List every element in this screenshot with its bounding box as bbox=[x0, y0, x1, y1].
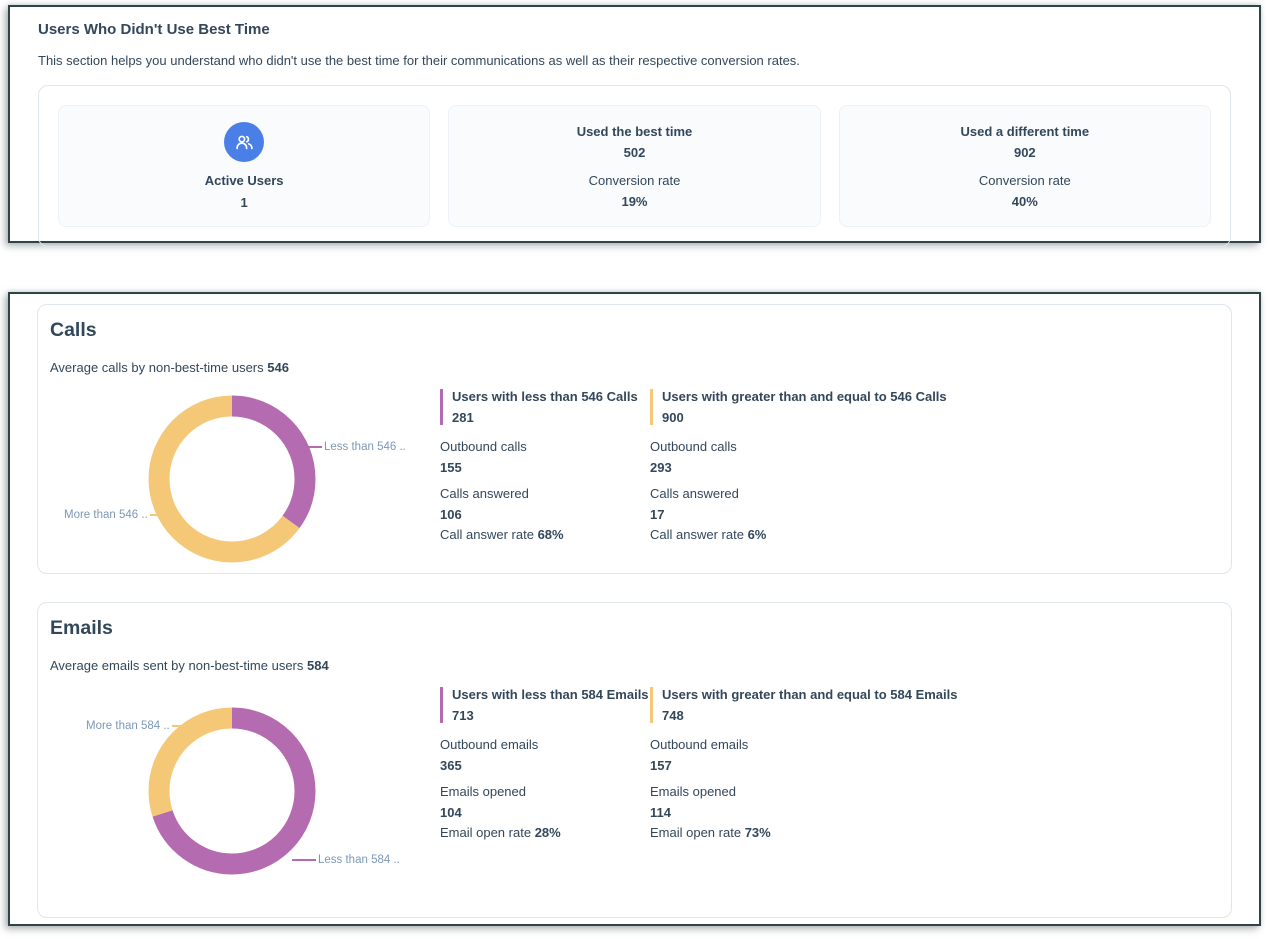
emails-greater-column: Users with greater than and equal to 584… bbox=[650, 685, 1219, 840]
calls-average-value: 546 bbox=[267, 360, 289, 375]
stat-group: Emails opened 104 bbox=[440, 784, 650, 820]
conversion-rate-value: 40% bbox=[1012, 194, 1038, 209]
calls-panel: Calls Average calls by non-best-time use… bbox=[37, 304, 1232, 574]
stat-group: Calls answered 17 bbox=[650, 486, 1219, 522]
emails-panel-title: Emails bbox=[50, 617, 1219, 640]
stat-group: Outbound emails 365 bbox=[440, 737, 650, 773]
call-answer-rate: Call answer rate 68% bbox=[440, 527, 650, 542]
emails-average-line: Average emails sent by non-best-time use… bbox=[50, 658, 1219, 673]
used-different-time-title: Used a different time bbox=[961, 124, 1090, 139]
emails-less-than-label: Less than 584 .. bbox=[292, 853, 400, 867]
emails-chart-row: More than 584 .. Less than 584 .. Users … bbox=[50, 685, 1219, 901]
emails-less-column: Users with less than 584 Emails 713 Outb… bbox=[440, 685, 650, 840]
stat-group: Calls answered 106 bbox=[440, 486, 650, 522]
stat-group: Outbound calls 293 bbox=[650, 439, 1219, 475]
page-title: Users Who Didn't Use Best Time bbox=[38, 21, 1231, 38]
email-open-rate: Email open rate 28% bbox=[440, 825, 650, 840]
emails-greater-header: Users with greater than and equal to 584… bbox=[650, 687, 1219, 723]
used-best-time-card: Used the best time 502 Conversion rate 1… bbox=[448, 105, 820, 227]
calls-greater-column: Users with greater than and equal to 546… bbox=[650, 387, 1219, 542]
email-open-rate: Email open rate 73% bbox=[650, 825, 1219, 840]
calls-greater-header: Users with greater than and equal to 546… bbox=[650, 389, 1219, 425]
conversion-rate-value: 19% bbox=[621, 194, 647, 209]
emails-donut-chart: More than 584 .. Less than 584 .. bbox=[50, 685, 440, 901]
active-users-label: Active Users bbox=[205, 173, 284, 188]
calls-donut-ring[interactable] bbox=[148, 395, 316, 563]
leader-line bbox=[172, 725, 196, 727]
leader-line bbox=[298, 446, 322, 448]
active-users-value: 1 bbox=[241, 195, 248, 210]
page-subtitle: This section helps you understand who di… bbox=[38, 53, 1231, 68]
conversion-rate-label: Conversion rate bbox=[979, 173, 1071, 188]
emails-more-than-label: More than 584 .. bbox=[86, 719, 196, 733]
active-users-card: Active Users 1 bbox=[58, 105, 430, 227]
used-different-time-value: 902 bbox=[1014, 145, 1036, 160]
stat-group: Outbound calls 155 bbox=[440, 439, 650, 475]
used-different-time-card: Used a different time 902 Conversion rat… bbox=[839, 105, 1211, 227]
leader-line bbox=[150, 514, 174, 516]
leader-line bbox=[292, 859, 316, 861]
best-time-summary-section: Users Who Didn't Use Best Time This sect… bbox=[8, 5, 1261, 243]
calls-average-line: Average calls by non-best-time users 546 bbox=[50, 360, 1219, 375]
emails-panel: Emails Average emails sent by non-best-t… bbox=[37, 602, 1232, 918]
used-best-time-value: 502 bbox=[624, 145, 646, 160]
emails-average-value: 584 bbox=[307, 658, 329, 673]
call-answer-rate: Call answer rate 6% bbox=[650, 527, 1219, 542]
calls-donut-chart: Less than 546 .. More than 546 .. bbox=[50, 387, 440, 567]
calls-emails-section: Calls Average calls by non-best-time use… bbox=[8, 292, 1261, 926]
stat-group: Outbound emails 157 bbox=[650, 737, 1219, 773]
calls-panel-title: Calls bbox=[50, 319, 1219, 342]
emails-average-label: Average emails sent by non-best-time use… bbox=[50, 658, 303, 673]
calls-chart-row: Less than 546 .. More than 546 .. Users … bbox=[50, 387, 1219, 567]
emails-less-header: Users with less than 584 Emails 713 bbox=[440, 687, 650, 723]
calls-less-column: Users with less than 546 Calls 281 Outbo… bbox=[440, 387, 650, 542]
used-best-time-title: Used the best time bbox=[577, 124, 693, 139]
calls-less-header: Users with less than 546 Calls 281 bbox=[440, 389, 650, 425]
users-icon-badge bbox=[224, 122, 264, 162]
calls-less-than-label: Less than 546 .. bbox=[298, 440, 406, 454]
calls-average-label: Average calls by non-best-time users bbox=[50, 360, 264, 375]
conversion-rate-label: Conversion rate bbox=[589, 173, 681, 188]
stat-group: Emails opened 114 bbox=[650, 784, 1219, 820]
calls-more-than-label: More than 546 .. bbox=[64, 508, 174, 522]
summary-cards-container: Active Users 1 Used the best time 502 Co… bbox=[38, 85, 1231, 247]
users-icon bbox=[234, 132, 255, 153]
